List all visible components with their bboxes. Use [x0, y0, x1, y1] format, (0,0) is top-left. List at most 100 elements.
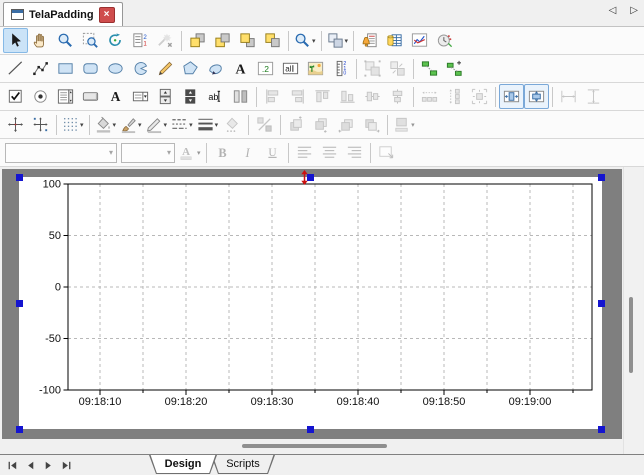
insert-chart-button[interactable] [407, 28, 432, 53]
grid-menu[interactable]: ▾ [60, 112, 86, 137]
tab-scripts[interactable]: Scripts [211, 455, 275, 474]
fill-color-tool[interactable]: ▾ [93, 112, 119, 137]
e3chart-object[interactable]: 100500-50-10009:18:1009:18:2009:18:3009:… [19, 177, 602, 429]
roundrect-tool[interactable] [78, 56, 103, 81]
font-color-tool: A▾ [177, 140, 203, 165]
text-align-center-tool-icon [320, 143, 339, 162]
connection-add-tool[interactable] [442, 56, 467, 81]
pencil-tool[interactable] [153, 56, 178, 81]
line-style-tool[interactable]: ▾ [169, 112, 195, 137]
bring-forward-tool[interactable] [235, 28, 260, 53]
bring-to-front-tool[interactable] [185, 28, 210, 53]
insert-playback-button[interactable] [432, 28, 457, 53]
splitter-control-tool[interactable] [228, 84, 253, 109]
center-h-window-tool-icon [502, 87, 521, 106]
connection-add-tool-icon [445, 59, 464, 78]
center-v-window-tool[interactable] [524, 84, 549, 109]
text-align-left-tool-icon [295, 143, 314, 162]
button-control-tool[interactable] [78, 84, 103, 109]
line-width-tool[interactable]: ▾ [195, 112, 221, 137]
text-tool[interactable]: A [228, 56, 253, 81]
nudge-position-tool[interactable] [3, 112, 28, 137]
center-h-window-tool[interactable] [499, 84, 524, 109]
sheet-tabs: Design Scripts [79, 455, 644, 475]
selection-handle-top-left[interactable] [16, 174, 23, 181]
insert-datagrid-button[interactable] [382, 28, 407, 53]
tab-order-tool[interactable]: 21 [128, 28, 153, 53]
listbox-control-tool[interactable] [53, 84, 78, 109]
scale-tool[interactable]: 210 [328, 56, 353, 81]
svg-text:0: 0 [55, 282, 61, 294]
tab-design[interactable]: Design [149, 455, 217, 474]
order-backward-tool-icon [337, 115, 356, 134]
horizontal-scrollbar-thumb[interactable] [242, 444, 387, 448]
pan-tool[interactable] [28, 28, 53, 53]
dropdown-arrow-icon: ▾ [80, 121, 84, 129]
toolbar-separator [206, 143, 207, 163]
close-tab-icon[interactable]: × [99, 7, 115, 23]
zoom-menu[interactable]: ▾ [292, 28, 318, 53]
selection-handle-bottom-middle[interactable] [307, 426, 314, 433]
send-backward-tool[interactable] [260, 28, 285, 53]
selection-handle-middle-left[interactable] [16, 300, 23, 307]
select-tool[interactable] [3, 28, 28, 53]
prev-sheet-button[interactable] [23, 458, 38, 472]
pencil-tool-icon [156, 59, 175, 78]
insert-chart-icon [410, 31, 429, 50]
curve-tool[interactable] [203, 56, 228, 81]
polyline-tool[interactable] [28, 56, 53, 81]
selection-handle-top-right[interactable] [598, 174, 605, 181]
document-tab-telapadding[interactable]: TelaPadding × [3, 2, 123, 26]
radio-control-tool[interactable] [28, 84, 53, 109]
line-tool[interactable] [3, 56, 28, 81]
svg-text:09:18:50: 09:18:50 [423, 396, 466, 408]
selection-handle-bottom-right[interactable] [598, 426, 605, 433]
vertical-scrollbar-thumb[interactable] [629, 297, 633, 373]
brush-style-tool[interactable]: ▾ [118, 112, 144, 137]
connection-tool[interactable] [417, 56, 442, 81]
send-to-back-tool[interactable] [210, 28, 235, 53]
insert-frame-tool-icon [377, 143, 396, 162]
textbox-tool[interactable]: al [278, 56, 303, 81]
toolbar-separator [288, 143, 289, 163]
first-sheet-button[interactable] [5, 458, 20, 472]
svg-text:A: A [111, 89, 121, 104]
polygon-tool[interactable] [178, 56, 203, 81]
line-color-tool[interactable]: ▾ [144, 112, 170, 137]
document-tab-bar: TelaPadding × ◁ ▷ [0, 0, 644, 27]
checkbox-control-tool[interactable] [3, 84, 28, 109]
zoom-in-tool[interactable] [53, 28, 78, 53]
insert-alarm-button[interactable] [357, 28, 382, 53]
picture-tool[interactable] [303, 56, 328, 81]
toolbar-separator [280, 115, 281, 135]
insert-frame-tool [374, 140, 399, 165]
selection-handle-middle-right[interactable] [598, 300, 605, 307]
scroll-tabs-left-icon[interactable]: ◁ [609, 5, 617, 16]
group-menu[interactable]: ▾ [325, 28, 351, 53]
dropdown-arrow-icon: ▾ [197, 149, 201, 157]
combobox-control-tool[interactable] [128, 84, 153, 109]
dropdown-arrow-icon: ▾ [189, 121, 193, 129]
edit-control-tool[interactable]: ab [203, 84, 228, 109]
rectangle-tool[interactable] [53, 56, 78, 81]
textbox-tool-icon: al [281, 59, 300, 78]
dropdown-arrow-icon: ▾ [411, 121, 415, 129]
svg-text:A: A [182, 146, 190, 158]
zoom-region-tool[interactable] [78, 28, 103, 53]
scroll-tabs-right-icon[interactable]: ▷ [630, 5, 638, 16]
design-canvas[interactable]: 100500-50-10009:18:1009:18:2009:18:3009:… [0, 167, 644, 454]
ellipse-tool[interactable] [103, 56, 128, 81]
scale-tool-icon: 210 [331, 59, 350, 78]
last-sheet-button[interactable] [59, 458, 74, 472]
spinner-control-tool[interactable] [153, 84, 178, 109]
display-tool[interactable]: .2 [253, 56, 278, 81]
next-sheet-button[interactable] [41, 458, 56, 472]
rotate-tool[interactable] [103, 28, 128, 53]
pie-tool[interactable] [128, 56, 153, 81]
selection-handle-bottom-left[interactable] [16, 426, 23, 433]
spinner-dark-control-tool[interactable] [178, 84, 203, 109]
label-control-tool[interactable]: A [103, 84, 128, 109]
pie-tool-icon [131, 59, 150, 78]
vertical-scrollbar[interactable] [623, 167, 643, 454]
nudge-size-tool[interactable] [28, 112, 53, 137]
